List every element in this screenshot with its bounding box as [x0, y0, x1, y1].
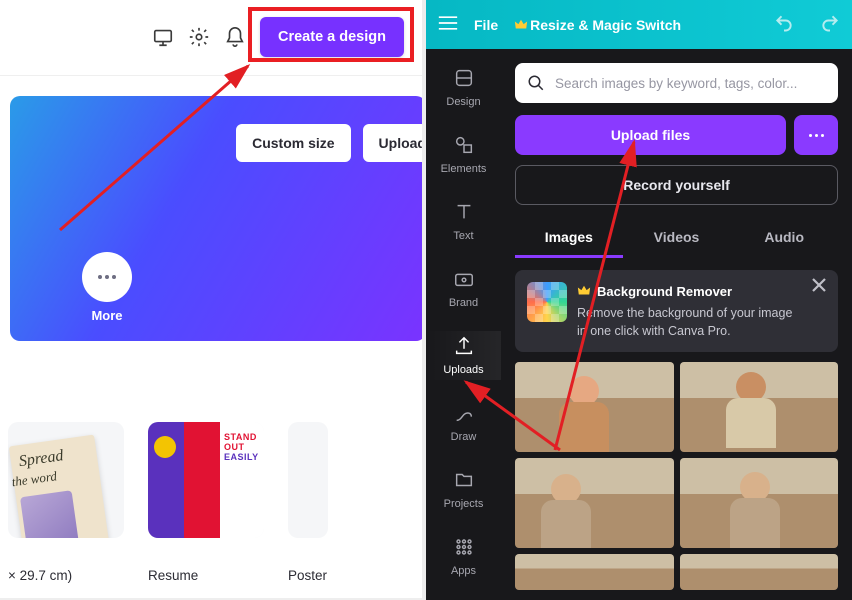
rail-label: Apps — [451, 565, 476, 577]
rail-label: Design — [446, 96, 480, 108]
tab-audio[interactable]: Audio — [730, 219, 838, 258]
record-yourself-button[interactable]: Record yourself — [515, 165, 838, 205]
editor-pane: File Resize & Magic Switch Design Element… — [426, 0, 852, 600]
background-remover-promo[interactable]: Background Remover Remove the background… — [515, 270, 838, 352]
upload-more-button[interactable] — [794, 115, 838, 155]
apps-icon — [453, 536, 475, 561]
gear-icon[interactable] — [188, 26, 210, 48]
tab-images[interactable]: Images — [515, 219, 623, 258]
rail-brand[interactable]: Brand — [426, 264, 501, 313]
promo-description: Remove the background of your image in o… — [577, 304, 804, 340]
side-rail: Design Elements Text Brand Uploads Draw Projec… — [426, 49, 501, 600]
template-caption: Resume — [148, 568, 264, 583]
uploaded-image-thumb[interactable] — [515, 362, 674, 452]
divider — [0, 75, 422, 76]
rail-projects[interactable]: Projects — [426, 465, 501, 514]
rail-draw[interactable]: Draw — [426, 398, 501, 447]
rail-uploads[interactable]: Uploads — [426, 331, 501, 380]
home-pane: Create a design Custom size Upload More … — [0, 0, 426, 600]
elements-icon — [453, 134, 475, 159]
search-placeholder: Search images by keyword, tags, color... — [555, 76, 797, 91]
template-caption: Poster — [288, 568, 327, 583]
bell-icon[interactable] — [224, 26, 246, 48]
tab-videos[interactable]: Videos — [623, 219, 731, 258]
uploaded-image-thumb[interactable] — [680, 362, 839, 452]
text-icon — [453, 201, 475, 226]
undo-icon[interactable] — [774, 13, 794, 36]
rail-design[interactable]: Design — [426, 63, 501, 112]
close-icon[interactable] — [812, 278, 830, 296]
template-card[interactable]: STAND OUTEASILY — [148, 422, 264, 538]
template-card[interactable] — [288, 422, 404, 538]
uploaded-image-thumb[interactable] — [515, 554, 674, 590]
template-caption: × 29.7 cm) — [8, 568, 124, 583]
rail-label: Elements — [441, 163, 487, 175]
redo-icon[interactable] — [820, 13, 840, 36]
design-icon — [453, 67, 475, 92]
rail-label: Draw — [451, 431, 477, 443]
rail-text[interactable]: Text — [426, 197, 501, 246]
brand-icon — [453, 268, 475, 293]
file-menu[interactable]: File — [474, 17, 498, 33]
template-card[interactable]: Spreadthe word — [8, 422, 124, 538]
rail-label: Uploads — [443, 364, 483, 376]
custom-size-button[interactable]: Custom size — [236, 124, 350, 162]
crown-icon — [577, 284, 591, 304]
uploads-icon — [453, 335, 475, 360]
devices-icon[interactable] — [152, 26, 174, 48]
uploaded-image-thumb[interactable] — [680, 554, 839, 590]
hero-banner: Custom size Upload More — [10, 96, 426, 341]
rail-label: Text — [453, 230, 473, 242]
projects-icon — [453, 469, 475, 494]
crown-icon — [514, 18, 528, 35]
rail-label: Brand — [449, 297, 478, 309]
more-label: More — [91, 308, 122, 323]
uploaded-image-thumb[interactable] — [515, 458, 674, 548]
bg-remover-icon — [527, 282, 567, 322]
rail-apps[interactable]: Apps — [426, 532, 501, 581]
resize-magic-switch-button[interactable]: Resize & Magic Switch — [514, 16, 681, 33]
upload-button[interactable]: Upload — [363, 124, 426, 162]
hamburger-icon[interactable] — [438, 16, 458, 33]
more-button[interactable] — [82, 252, 132, 302]
search-input[interactable]: Search images by keyword, tags, color... — [515, 63, 838, 103]
create-a-design-button[interactable]: Create a design — [260, 17, 404, 57]
uploaded-image-thumb[interactable] — [680, 458, 839, 548]
rail-label: Projects — [444, 498, 484, 510]
upload-files-button[interactable]: Upload files — [515, 115, 786, 155]
rail-elements[interactable]: Elements — [426, 130, 501, 179]
draw-icon — [453, 402, 475, 427]
